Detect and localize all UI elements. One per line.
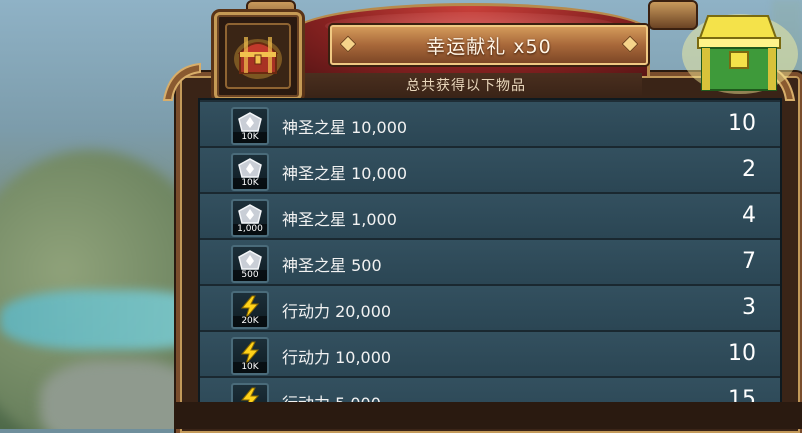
list-item: 20K 行动力 20,000 3 [200,286,780,332]
reward-list[interactable]: 10K 神圣之星 10,000 10 10K 神圣之星 10,000 2 1,0… [198,98,782,406]
item-quantity: 2 [742,157,756,182]
item-quantity: 4 [742,203,756,228]
item-amount-tag: 1,000 [233,224,267,235]
item-name: 行动力 20,000 [282,302,392,321]
diamond-icon [339,35,357,53]
item-quantity: 10 [728,341,756,366]
item-icon-box: 500 [231,245,269,283]
item-icon-box: 10K [231,107,269,145]
diamond-icon [621,35,639,53]
item-name: 神圣之星 1,000 [282,210,397,229]
treasure-chest-icon [234,37,282,79]
item-name: 神圣之星 500 [282,256,382,275]
item-amount-tag: 500 [233,270,267,281]
list-item: 10K 神圣之星 10,000 10 [200,102,780,148]
item-quantity: 10 [728,111,756,136]
list-item: 1,000 神圣之星 1,000 4 [200,194,780,240]
item-amount-tag: 10K [233,362,267,373]
item-amount-tag: 20K [233,316,267,327]
list-item: 10K 神圣之星 10,000 2 [200,148,780,194]
frame-bottom [176,402,802,429]
item-name: 行动力 10,000 [282,348,392,367]
item-icon-box: 20K [231,291,269,329]
item-name: 神圣之星 10,000 [282,118,408,137]
item-icon-box: 1,000 [231,199,269,237]
item-amount-tag: 10K [233,132,267,143]
item-icon-box: 10K [231,153,269,191]
title-banner: 幸运献礼 x50 [330,25,648,65]
subtitle-strip: 总共获得以下物品 [290,73,642,97]
item-name: 神圣之星 10,000 [282,164,408,183]
item-quantity: 7 [742,249,756,274]
list-item: 10K 行动力 10,000 10 [200,332,780,378]
item-quantity: 3 [742,295,756,320]
item-icon-box: 10K [231,337,269,375]
list-item: 500 神圣之星 500 7 [200,240,780,286]
page-title: 幸运献礼 x50 [426,35,552,58]
chest-badge [214,12,302,100]
subtitle: 总共获得以下物品 [406,78,526,94]
gold-chest-icon [678,8,802,98]
item-amount-tag: 10K [233,178,267,189]
